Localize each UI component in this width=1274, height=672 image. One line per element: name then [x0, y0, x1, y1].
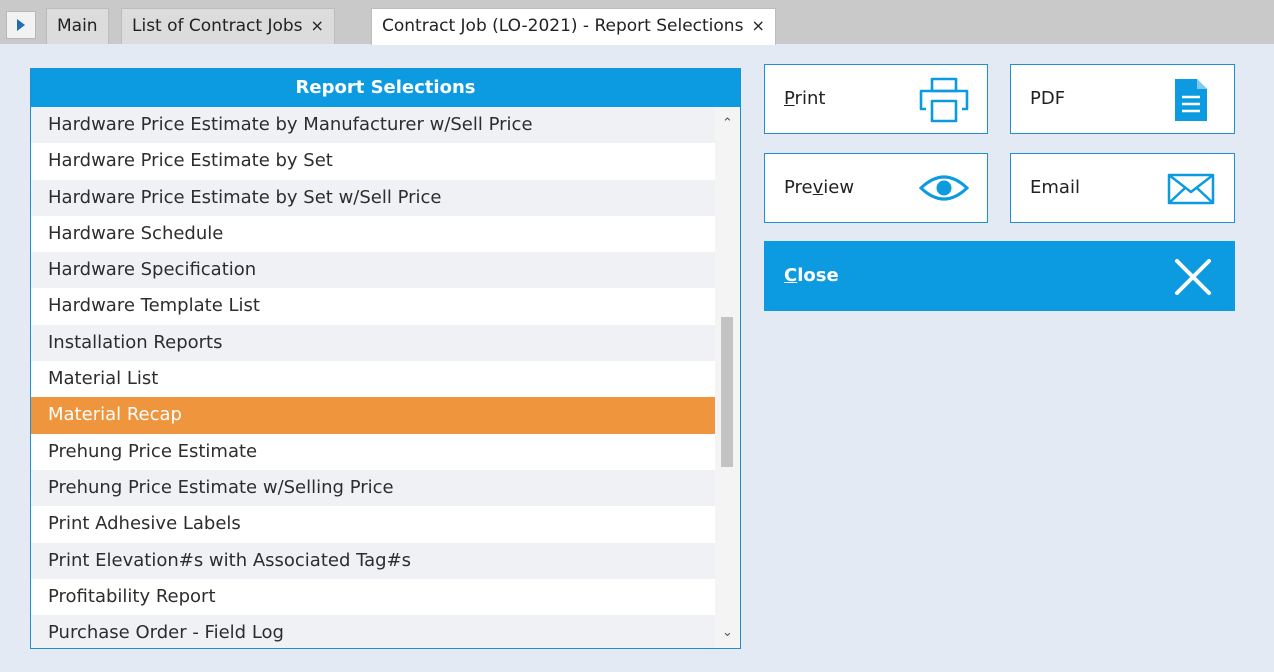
preview-button-label: Preview	[784, 177, 855, 198]
print-button-label: Print	[784, 88, 826, 109]
close-button-label: Close	[784, 265, 839, 286]
document-icon	[1175, 79, 1207, 121]
list-item[interactable]: Prehung Price Estimate w/Selling Price	[31, 469, 715, 507]
report-list[interactable]: Hardware Price Estimate by Manufacturer …	[31, 107, 715, 648]
printer-icon	[919, 77, 969, 123]
tab-report-selections[interactable]: Contract Job (LO-2021) - Report Selectio…	[371, 8, 776, 45]
print-button[interactable]: Print	[764, 64, 988, 134]
report-selections-header: Report Selections	[31, 69, 740, 107]
scroll-thumb[interactable]	[721, 317, 733, 467]
tab-close-icon[interactable]: ×	[311, 16, 324, 35]
eye-icon	[918, 175, 970, 201]
play-arrow-icon	[17, 19, 25, 31]
tab-label: Main	[57, 16, 98, 36]
close-x-icon	[1175, 259, 1211, 295]
list-scrollbar[interactable]: ⌃ ⌄	[715, 107, 740, 648]
tab-navigation-button[interactable]	[6, 11, 36, 39]
list-item[interactable]: Hardware Specification	[31, 252, 715, 289]
tab-close-icon[interactable]: ×	[751, 16, 764, 35]
list-item[interactable]: Material List	[31, 361, 715, 398]
list-item[interactable]: Print Adhesive Labels	[31, 506, 715, 543]
report-selections-panel: Report Selections Hardware Price Estimat…	[30, 68, 741, 649]
pdf-button[interactable]: PDF	[1010, 64, 1235, 134]
list-item[interactable]: Profitability Report	[31, 578, 715, 616]
tab-strip: Main List of Contract Jobs × Contract Job…	[0, 0, 1274, 45]
tab-list-of-contract-jobs[interactable]: List of Contract Jobs ×	[121, 8, 335, 44]
close-button[interactable]: Close	[764, 241, 1235, 311]
list-item[interactable]: Purchase Order - Field Log	[31, 615, 715, 648]
tab-label: Contract Job (LO-2021) - Report Selectio…	[382, 16, 744, 36]
list-item[interactable]: Hardware Schedule	[31, 215, 715, 253]
list-item[interactable]: Prehung Price Estimate	[31, 433, 715, 470]
tab-main[interactable]: Main	[46, 8, 109, 44]
preview-button[interactable]: Preview	[764, 153, 988, 223]
list-item[interactable]: Print Elevation#s with Associated Tag#s	[31, 542, 715, 579]
list-item[interactable]: Hardware Price Estimate by Manufacturer …	[31, 107, 715, 144]
envelope-icon	[1167, 173, 1215, 205]
tab-label: List of Contract Jobs	[132, 16, 303, 36]
list-item[interactable]: Installation Reports	[31, 324, 715, 362]
scroll-up-arrow-icon[interactable]: ⌃	[715, 113, 740, 135]
scroll-down-arrow-icon[interactable]: ⌄	[715, 622, 740, 644]
list-item[interactable]: Hardware Template List	[31, 288, 715, 325]
pdf-button-label: PDF	[1030, 88, 1066, 109]
list-item-selected[interactable]: Material Recap	[31, 397, 715, 434]
list-item[interactable]: Hardware Price Estimate by Set	[31, 143, 715, 180]
email-button-label: Email	[1030, 177, 1080, 198]
list-item[interactable]: Hardware Price Estimate by Set w/Sell Pr…	[31, 179, 715, 216]
email-button[interactable]: Email	[1010, 153, 1235, 223]
